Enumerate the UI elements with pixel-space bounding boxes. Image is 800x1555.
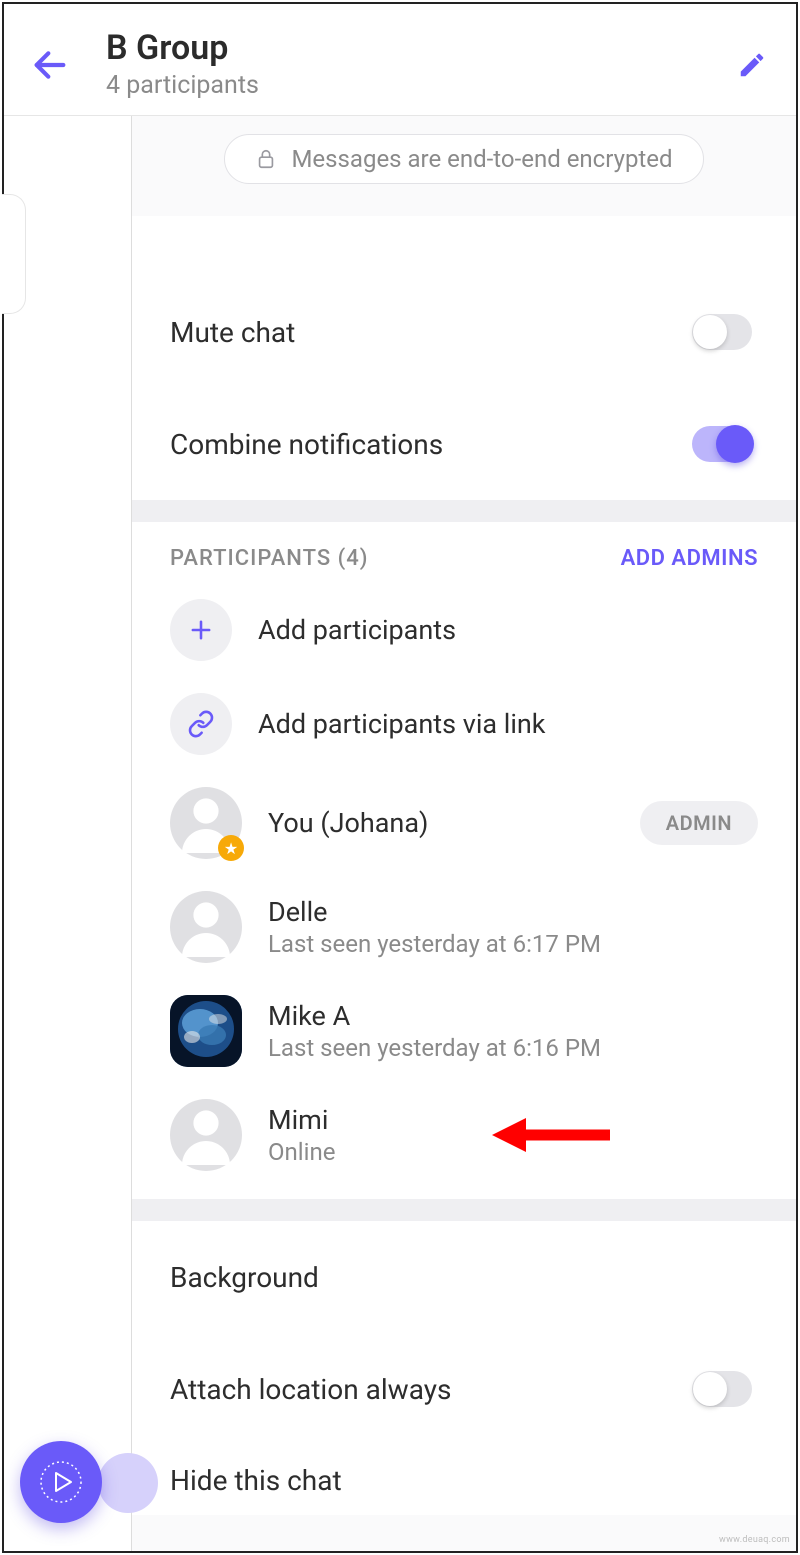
star-badge-icon: ★	[218, 835, 244, 861]
toggles-card: Mute chat Combine notifications	[132, 216, 796, 500]
participant-name: Delle	[268, 896, 758, 928]
mute-chat-label: Mute chat	[170, 316, 295, 349]
attach-location-row[interactable]: Attach location always	[132, 1333, 796, 1445]
add-participants-row[interactable]: Add participants	[132, 583, 796, 677]
play-dotted-icon	[36, 1457, 86, 1507]
back-button[interactable]	[26, 41, 74, 89]
behind-panel-sliver	[4, 116, 132, 1551]
chat-subtitle: 4 participants	[106, 71, 730, 100]
sliver-tab	[2, 194, 26, 314]
combine-notifications-row[interactable]: Combine notifications	[132, 388, 796, 500]
section-divider	[132, 500, 796, 522]
admin-badge: ADMIN	[640, 801, 758, 845]
plus-icon	[187, 616, 215, 644]
background-row[interactable]: Background	[132, 1221, 796, 1333]
add-via-link-row[interactable]: Add participants via link	[132, 677, 796, 771]
fab-secondary[interactable]	[98, 1453, 158, 1513]
chat-info-panel: Messages are end-to-end encrypted Mute c…	[132, 116, 796, 1551]
mute-chat-row[interactable]: Mute chat	[132, 276, 796, 388]
attach-location-label: Attach location always	[170, 1373, 451, 1406]
encryption-banner-wrap: Messages are end-to-end encrypted	[132, 116, 796, 216]
person-icon	[170, 1099, 242, 1171]
add-via-link-label: Add participants via link	[258, 708, 546, 740]
participant-name: You (Johana)	[268, 807, 614, 839]
avatar	[170, 891, 242, 963]
combine-notifications-toggle[interactable]	[692, 426, 752, 462]
participants-header: PARTICIPANTS (4) ADD ADMINS	[132, 522, 796, 583]
participants-title: PARTICIPANTS (4)	[170, 546, 368, 571]
combine-notifications-label: Combine notifications	[170, 428, 443, 461]
attach-location-toggle[interactable]	[692, 1371, 752, 1407]
back-arrow-icon	[30, 45, 70, 85]
fab-play-button[interactable]	[20, 1441, 102, 1523]
avatar: ★	[170, 787, 242, 859]
header-titles: B Group 4 participants	[106, 29, 730, 99]
earth-icon	[170, 995, 242, 1067]
background-label: Background	[170, 1261, 319, 1294]
lock-icon	[255, 148, 277, 170]
participants-card: PARTICIPANTS (4) ADD ADMINS Add particip…	[132, 522, 796, 1199]
participant-row-you[interactable]: ★ You (Johana) ADMIN	[132, 771, 796, 875]
link-icon	[187, 710, 215, 738]
add-participants-icon-button[interactable]	[170, 599, 232, 661]
annotation-arrow-icon	[492, 1110, 612, 1160]
section-divider	[132, 1199, 796, 1221]
hide-chat-label: Hide this chat	[170, 1464, 342, 1497]
participant-name: Mike A	[268, 1000, 758, 1032]
encryption-banner-text: Messages are end-to-end encrypted	[291, 145, 672, 173]
person-icon	[170, 891, 242, 963]
watermark: www.deuaq.com	[719, 1535, 790, 1545]
participant-status: Last seen yesterday at 6:16 PM	[268, 1034, 758, 1062]
edit-button[interactable]	[730, 43, 774, 87]
pencil-icon	[737, 50, 767, 80]
add-admins-button[interactable]: ADD ADMINS	[621, 546, 758, 571]
participant-status: Last seen yesterday at 6:17 PM	[268, 930, 758, 958]
participant-row[interactable]: Mike A Last seen yesterday at 6:16 PM	[132, 979, 796, 1083]
participant-row-highlighted[interactable]: Mimi Online	[132, 1083, 796, 1187]
chat-title: B Group	[106, 29, 730, 68]
mute-chat-toggle[interactable]	[692, 314, 752, 350]
avatar-earth	[170, 995, 242, 1067]
header-bar: B Group 4 participants	[4, 4, 796, 116]
add-participants-label: Add participants	[258, 614, 456, 646]
encryption-banner[interactable]: Messages are end-to-end encrypted	[224, 134, 703, 184]
avatar	[170, 1099, 242, 1171]
add-via-link-icon-button[interactable]	[170, 693, 232, 755]
hide-chat-row[interactable]: Hide this chat	[132, 1445, 796, 1515]
participant-row[interactable]: Delle Last seen yesterday at 6:17 PM	[132, 875, 796, 979]
more-settings-card: Background Attach location always Hide t…	[132, 1221, 796, 1515]
